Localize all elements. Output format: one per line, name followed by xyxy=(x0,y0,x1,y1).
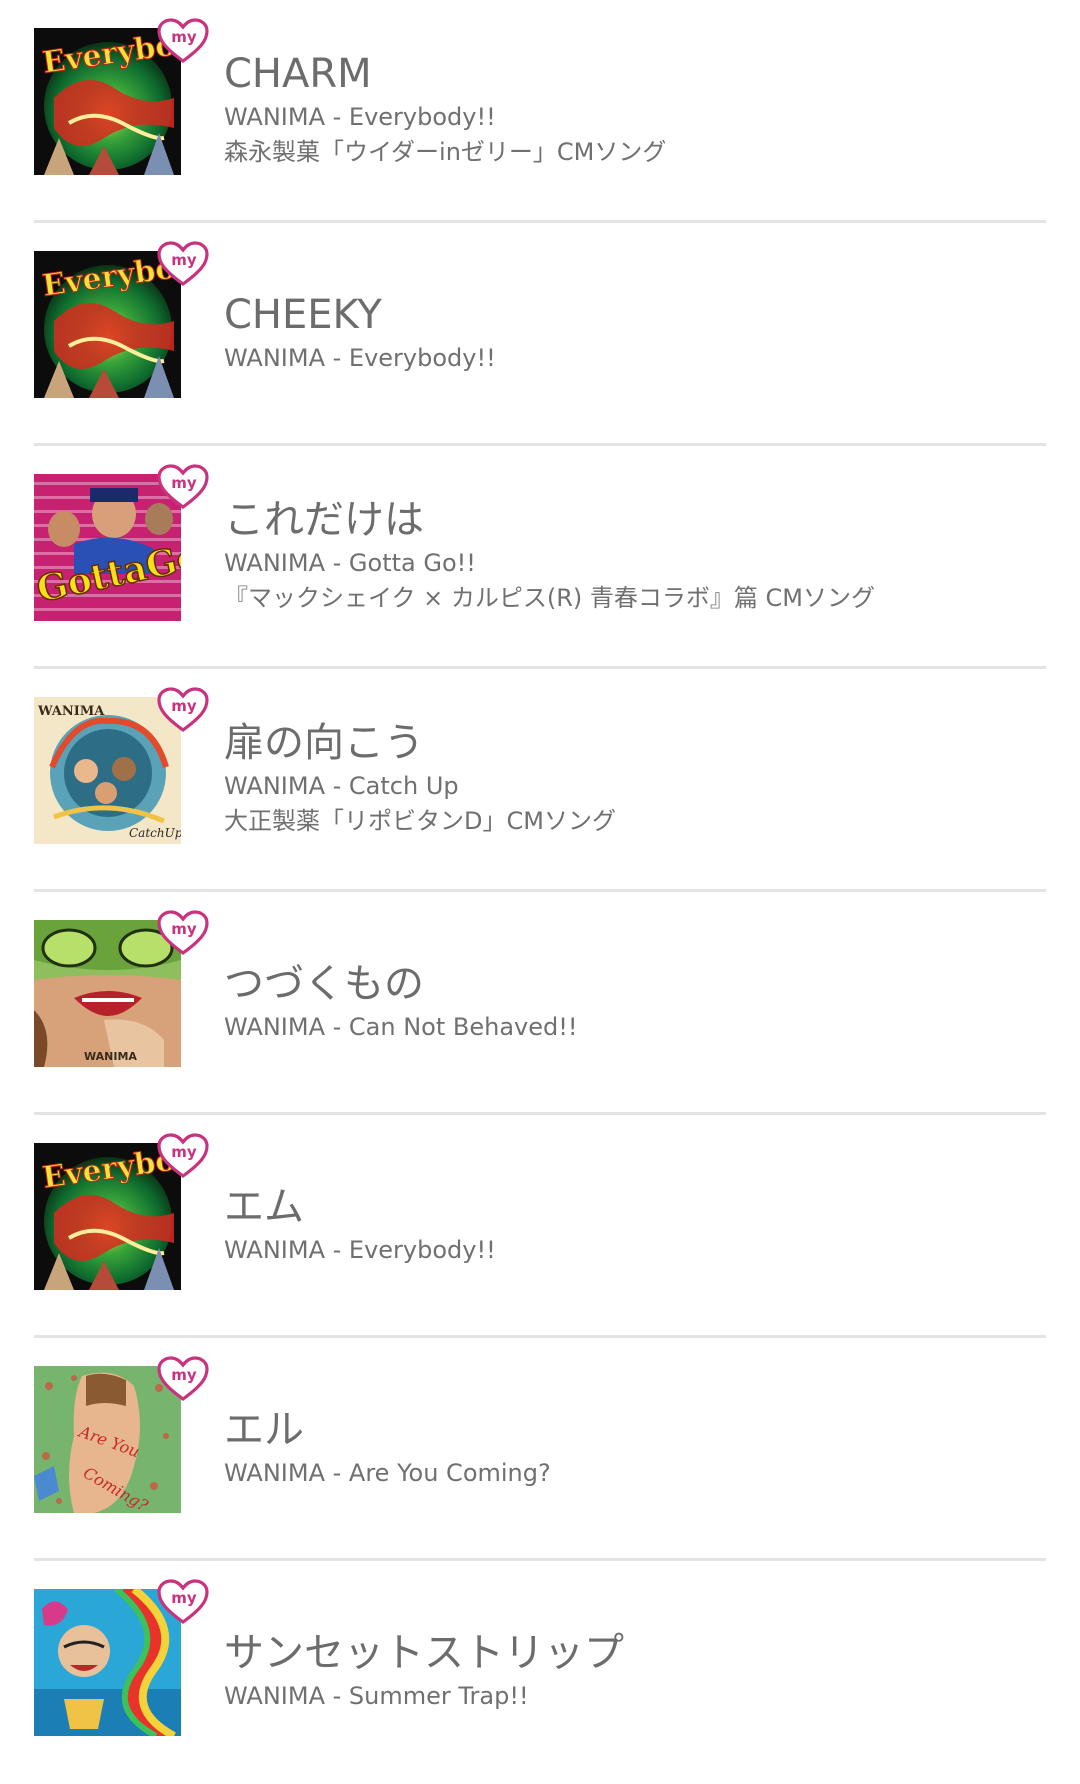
song-artist-album: WANIMA - Summer Trap!! xyxy=(224,1682,529,1710)
song-tieup-note: 森永製菓「ウイダーinゼリー」CMソング xyxy=(224,138,667,166)
my-heart-icon[interactable]: my xyxy=(157,464,209,510)
song-info: CHEEKY WANIMA - Everybody!! xyxy=(224,223,1046,443)
my-badge-label: my xyxy=(171,920,197,938)
song-info: エム WANIMA - Everybody!! xyxy=(224,1115,1046,1335)
song-title: エル xyxy=(224,1407,304,1453)
my-badge-label: my xyxy=(171,697,197,715)
my-heart-icon[interactable]: my xyxy=(157,910,209,956)
song-info: CHARM WANIMA - Everybody!! 森永製菓「ウイダーinゼリー」… xyxy=(224,0,1046,220)
song-row[interactable]: WANIMA CatchUp my 扉の向こう WANIMA - Catch Up… xyxy=(34,669,1046,892)
song-title: エム xyxy=(224,1184,304,1230)
song-row[interactable]: WANIMA my つづくもの WANIMA - Can Not Behaved!… xyxy=(34,892,1046,1115)
song-title: CHARM xyxy=(224,51,372,97)
my-badge-label: my xyxy=(171,1366,197,1384)
song-info: エル WANIMA - Are You Coming? xyxy=(224,1338,1046,1558)
my-badge-label: my xyxy=(171,251,197,269)
song-title: これだけは xyxy=(224,497,424,543)
my-heart-icon[interactable]: my xyxy=(157,1356,209,1402)
my-heart-icon[interactable]: my xyxy=(157,1133,209,1179)
song-artist-album: WANIMA - Everybody!! xyxy=(224,103,496,131)
song-list: Everybody!! my CHARM WANIMA - Everybody!!… xyxy=(0,0,1080,1784)
song-title: サンセットストリップ xyxy=(224,1630,624,1676)
song-row[interactable]: Are You Coming? my エル WANIMA - Are You Co… xyxy=(34,1338,1046,1561)
song-info: つづくもの WANIMA - Can Not Behaved!! xyxy=(224,892,1046,1112)
song-row[interactable]: Everybody!! my エム WANIMA - Everybody!! xyxy=(34,1115,1046,1338)
song-artist-album: WANIMA - Can Not Behaved!! xyxy=(224,1013,578,1041)
svg-text:WANIMA: WANIMA xyxy=(84,1050,137,1063)
my-badge-label: my xyxy=(171,474,197,492)
my-heart-icon[interactable]: my xyxy=(157,241,209,287)
svg-text:WANIMA: WANIMA xyxy=(37,704,105,719)
song-title: CHEEKY xyxy=(224,292,382,338)
song-artist-album: WANIMA - Everybody!! xyxy=(224,1236,496,1264)
song-info: 扉の向こう WANIMA - Catch Up 大正製薬「リポビタンD」CMソング xyxy=(224,669,1046,889)
song-info: サンセットストリップ WANIMA - Summer Trap!! xyxy=(224,1561,1046,1781)
my-heart-icon[interactable]: my xyxy=(157,687,209,733)
song-artist-album: WANIMA - Are You Coming? xyxy=(224,1459,551,1487)
my-badge-label: my xyxy=(171,1143,197,1161)
song-row[interactable]: my サンセットストリップ WANIMA - Summer Trap!! xyxy=(34,1561,1046,1784)
song-tieup-note: 『マックシェイク × カルピス(R) 青春コラボ』篇 CMソング xyxy=(224,584,876,612)
my-badge-label: my xyxy=(171,28,197,46)
song-title: 扉の向こう xyxy=(224,720,424,766)
song-row[interactable]: Everybody!! my CHARM WANIMA - Everybody!!… xyxy=(34,0,1046,223)
svg-text:CatchUp: CatchUp xyxy=(129,826,181,840)
song-artist-album: WANIMA - Everybody!! xyxy=(224,344,496,372)
song-tieup-note: 大正製薬「リポビタンD」CMソング xyxy=(224,807,616,835)
my-badge-label: my xyxy=(171,1589,197,1607)
song-row[interactable]: Everybody!! my CHEEKY WANIMA - Everybody!… xyxy=(34,223,1046,446)
song-row[interactable]: GottaGo!! my これだけは WANIMA - Gotta Go!! 『マッ… xyxy=(34,446,1046,669)
song-artist-album: WANIMA - Catch Up xyxy=(224,772,459,800)
my-heart-icon[interactable]: my xyxy=(157,1579,209,1625)
song-info: これだけは WANIMA - Gotta Go!! 『マックシェイク × カルピス(… xyxy=(224,446,1046,666)
song-title: つづくもの xyxy=(224,961,424,1007)
song-artist-album: WANIMA - Gotta Go!! xyxy=(224,549,476,577)
my-heart-icon[interactable]: my xyxy=(157,18,209,64)
